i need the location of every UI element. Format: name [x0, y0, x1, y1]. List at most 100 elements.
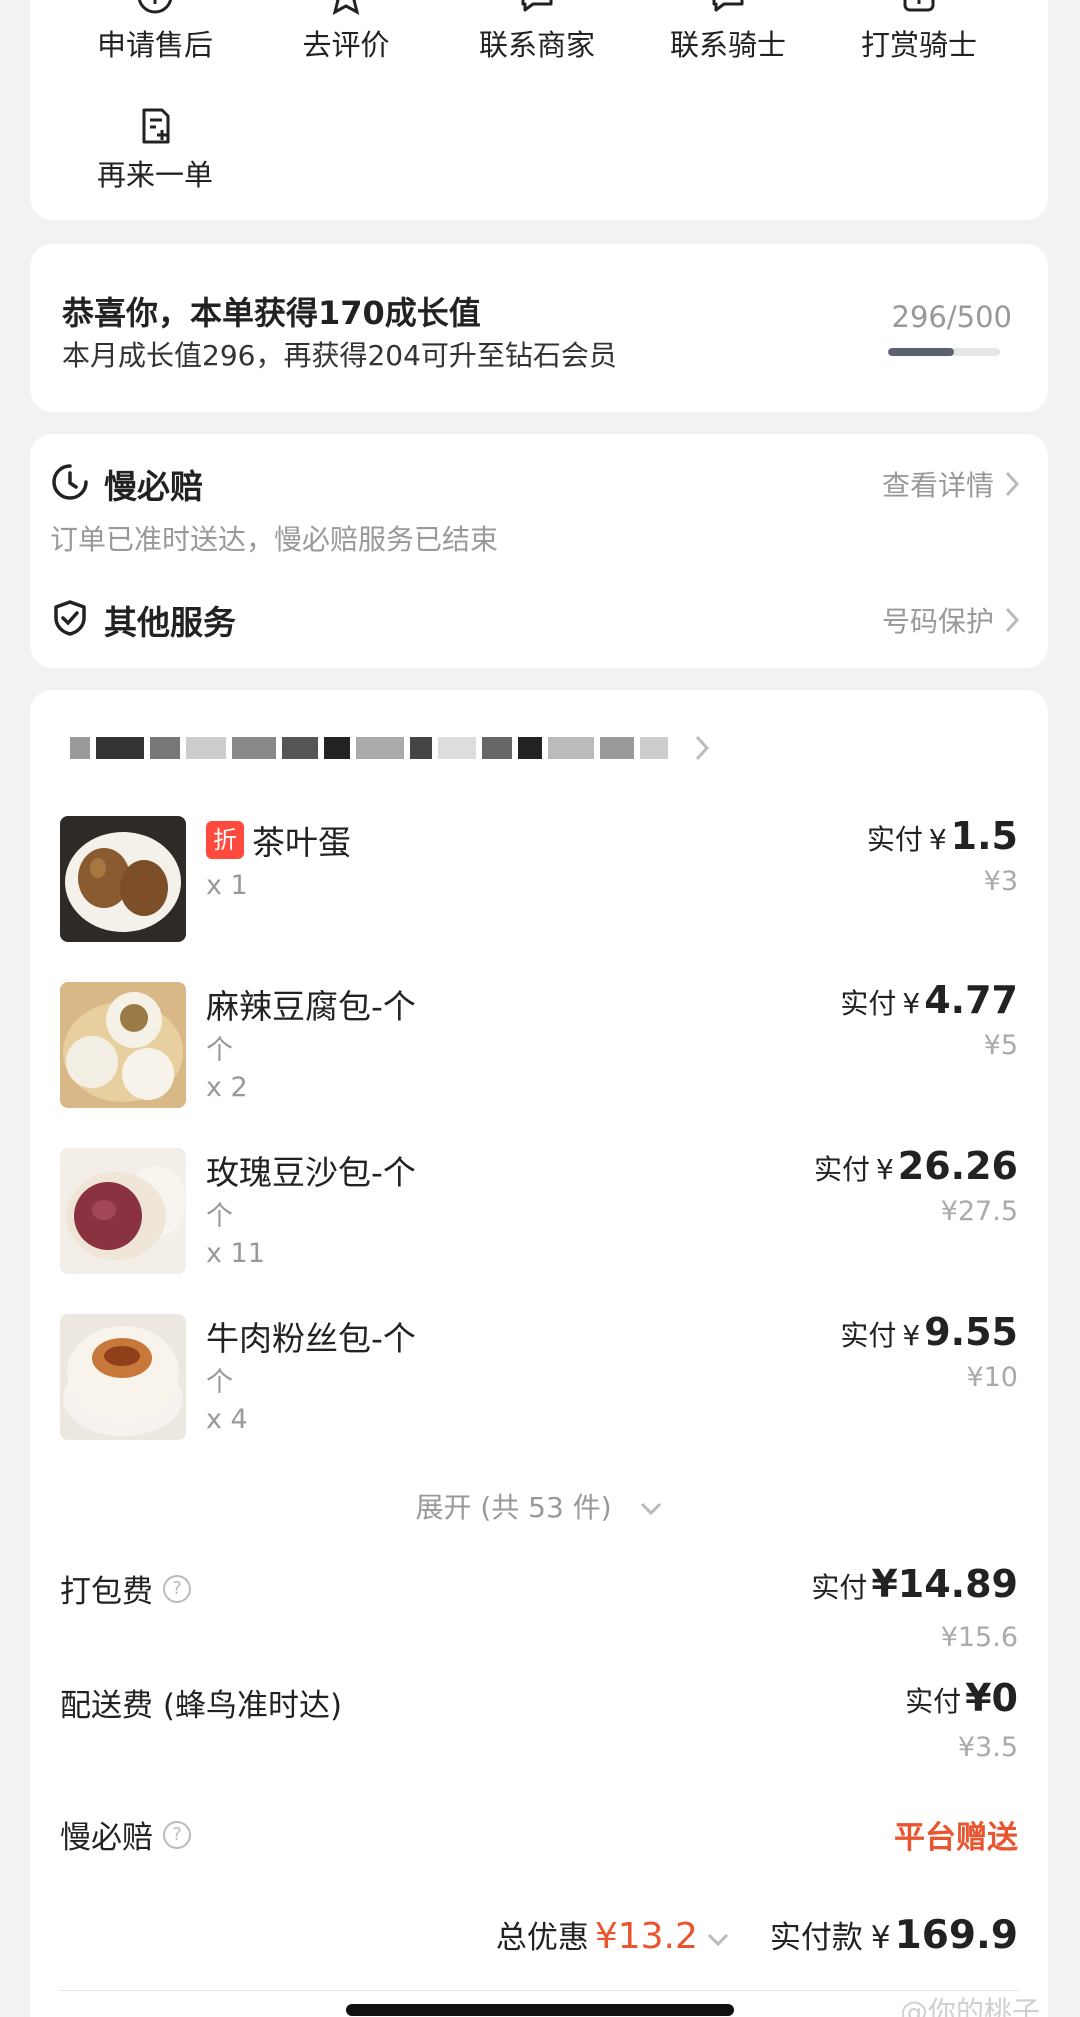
paid-amount: 1.5 [950, 814, 1018, 858]
expand-label: 展开 (共 53 件) [415, 1491, 612, 1524]
packing-fee-label: 打包费 ? [60, 1566, 191, 1611]
action-label: 去评价 [302, 28, 390, 62]
item-image-rose-bean-bun[interactable] [60, 1148, 186, 1274]
paid-amount: 26.26 [897, 1144, 1018, 1188]
item-unit: 个 [206, 1035, 233, 1066]
item-paid: 实付 ¥26.26 [814, 1144, 1018, 1188]
paid-label: 实付 [840, 1319, 897, 1352]
item-quantity: x 2 [206, 1072, 248, 1103]
item-unit: 个 [206, 1367, 233, 1398]
growth-value-card[interactable]: 恭喜你，本单获得170成长值 本月成长值296，再获得204可升至钻石会员 29… [30, 244, 1048, 412]
yen-sign: ¥ [902, 987, 921, 1020]
home-indicator[interactable] [346, 2004, 734, 2016]
item-title: 玫瑰豆沙包-个 [206, 1153, 416, 1192]
growth-progress-text: 296/500 [891, 300, 1012, 334]
item-original-price: ¥10 [966, 1362, 1018, 1393]
packing-fee-text: 打包费 [60, 1574, 153, 1610]
item-paid: 实付 ¥9.55 [840, 1310, 1018, 1354]
watermark: @你的桃子 [899, 1995, 1040, 2017]
clock-icon [52, 464, 88, 500]
paid-label: 实付 [866, 823, 923, 856]
chevron-down-icon [640, 1502, 661, 1516]
item-original-price: ¥3 [983, 866, 1018, 897]
action-label: 打赏骑士 [860, 28, 977, 62]
total-paid-label: 实付款 [769, 1920, 863, 1956]
item-title: 麻辣豆腐包-个 [206, 987, 416, 1026]
total-discount-amount[interactable]: ¥13.2 [595, 1916, 698, 1957]
service-card: 慢必赔 查看详情 订单已准时送达，慢必赔服务已结束 其他服务 号码保护 [30, 434, 1048, 668]
number-protection-label: 号码保护 [881, 605, 994, 638]
paid-label: 实付 [840, 987, 897, 1020]
growth-progress-bar [888, 348, 1000, 356]
platform-gift-label: 平台赠送 [894, 1820, 1018, 1856]
growth-title: 恭喜你，本单获得170成长值 [62, 294, 481, 332]
gift-icon [903, 0, 935, 12]
item-original-price: ¥5 [983, 1030, 1018, 1061]
item-image-spicy-tofu-bun[interactable] [60, 982, 186, 1108]
yen-sign: ¥ [902, 1319, 921, 1352]
slow-compensation-fee-label: 慢必赔 ? [60, 1812, 191, 1857]
growth-progress-fill [888, 348, 955, 356]
chevron-right-icon [1005, 607, 1020, 633]
help-icon[interactable]: ? [163, 1820, 191, 1849]
paid-amount: ¥14.89 [871, 1562, 1018, 1606]
slow-compensation-title: 慢必赔 [104, 467, 203, 506]
after-sale-button[interactable]: 申请售后 [60, 0, 250, 64]
order-actions-card: 申请售后 去评价 联系商家 联系骑士 打赏骑士 再来一单 [30, 0, 1048, 220]
packing-fee-original: ¥15.6 [940, 1622, 1018, 1653]
chevron-right-icon [1005, 471, 1020, 497]
help-icon[interactable]: ? [163, 1574, 191, 1603]
shop-name-row[interactable] [70, 718, 970, 778]
reorder-icon [142, 108, 170, 144]
other-services-title: 其他服务 [104, 603, 236, 642]
chevron-right-icon [695, 735, 710, 761]
action-label: 联系商家 [478, 28, 595, 62]
shop-name-redacted [70, 737, 674, 759]
item-title: 牛肉粉丝包-个 [206, 1319, 416, 1358]
paid-amount: 9.55 [924, 1310, 1018, 1354]
paid-amount: ¥0 [965, 1676, 1018, 1720]
discount-badge: 折 [206, 821, 244, 859]
contact-merchant-button[interactable]: 联系商家 [442, 0, 632, 64]
item-quantity: x 1 [206, 870, 248, 901]
number-protection-link[interactable]: 号码保护 [882, 600, 1020, 640]
delivery-fee-text: 配送费 (蜂鸟准时达) [60, 1688, 343, 1724]
slow-compensation-status: 订单已准时送达，慢必赔服务已结束 [50, 523, 499, 556]
chat-bubble-icon [712, 0, 744, 12]
item-quantity: x 4 [206, 1404, 248, 1435]
packing-fee-paid: 实付 ¥14.89 [811, 1562, 1018, 1606]
item-name: 折 茶叶蛋 [206, 816, 351, 864]
order-detail-card: 折 茶叶蛋 x 1 实付 ¥1.5 ¥3 麻辣豆腐包-个 个 x 2 实付 ¥4.7… [30, 690, 1048, 2017]
total-yen-sign: ¥ [870, 1920, 891, 1956]
tip-rider-button[interactable]: 打赏骑士 [824, 0, 1014, 64]
chevron-down-icon[interactable] [706, 1932, 730, 1948]
delivery-fee-label: 配送费 (蜂鸟准时达) [60, 1680, 342, 1725]
paid-label: 实付 [811, 1571, 868, 1604]
item-image-tea-egg[interactable] [60, 816, 186, 942]
item-paid: 实付 ¥1.5 [867, 814, 1018, 858]
paid-label: 实付 [813, 1153, 870, 1186]
delivery-fee-paid: 实付 ¥0 [905, 1676, 1018, 1720]
paid-label: 实付 [905, 1685, 962, 1718]
item-title: 茶叶蛋 [252, 823, 351, 862]
total-paid-amount: 169.9 [894, 1913, 1018, 1958]
divider [60, 1990, 1018, 1991]
paid-amount: 4.77 [924, 978, 1018, 1022]
action-label: 再来一单 [96, 158, 213, 192]
growth-subtitle: 本月成长值296，再获得204可升至钻石会员 [62, 339, 617, 372]
review-button[interactable]: 去评价 [251, 0, 441, 64]
expand-items-button[interactable]: 展开 (共 53 件) [30, 1486, 1048, 1526]
contact-rider-button[interactable]: 联系骑士 [633, 0, 823, 64]
slow-details-link[interactable]: 查看详情 [882, 464, 1020, 504]
yen-sign: ¥ [928, 823, 947, 856]
total-discount-label: 总优惠 [495, 1920, 589, 1956]
action-label: 申请售后 [96, 28, 213, 62]
star-icon [332, 0, 360, 15]
plus-circle-icon [137, 0, 173, 14]
item-image-beef-vermicelli-bun[interactable] [60, 1314, 186, 1440]
delivery-fee-original: ¥3.5 [957, 1732, 1018, 1763]
item-quantity: x 11 [206, 1238, 265, 1269]
order-totals: 总优惠 ¥13.2 实付款 ¥ 169.9 [496, 1912, 1018, 1958]
reorder-button[interactable]: 再来一单 [60, 106, 250, 194]
yen-sign: ¥ [875, 1153, 894, 1186]
